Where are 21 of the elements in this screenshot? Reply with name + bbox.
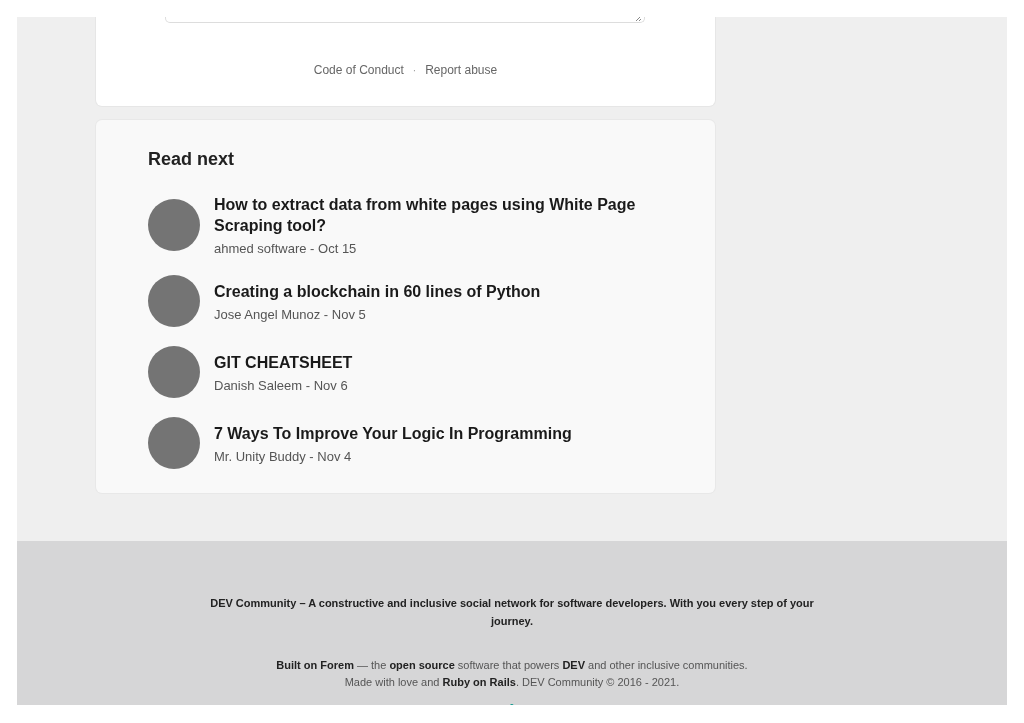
article-meta: Mr. Unity Buddy - Nov 4	[214, 448, 353, 464]
avatar[interactable]	[148, 417, 200, 469]
avatar[interactable]	[148, 199, 200, 251]
comment-field[interactable]	[164, 17, 645, 23]
resize-handle-icon[interactable]	[634, 17, 642, 22]
article-meta: Jose Angel Munoz - Nov 5	[214, 306, 367, 322]
separator: ·	[412, 64, 417, 76]
article-title[interactable]: Creating a blockchain in 60 lines of Python	[214, 280, 541, 302]
avatar[interactable]	[148, 346, 200, 398]
article-title[interactable]: How to extract data from white pages using White Page Scraping tool?	[214, 194, 663, 236]
report-abuse-link[interactable]: Report abuse	[425, 63, 498, 77]
article-meta: Danish Saleem - Nov 6	[214, 377, 349, 393]
article-meta: ahmed software - Oct 15	[214, 241, 358, 256]
footer-text: Made with love and Ruby on Rails. DEV Community © 2016 - 2021.	[343, 675, 681, 690]
article-title[interactable]: GIT CHEATSHEET	[214, 351, 353, 373]
footer-tagline: DEV Community – A constructive and inclusive social network for software developers. With you every step of your journey.	[209, 596, 815, 629]
footer-text: Built on Forem — the open source software that powers DEV and other inclusive communities.	[276, 658, 748, 673]
code-of-conduct-link[interactable]: Code of Conduct	[313, 63, 404, 77]
read-next-heading: Read next	[148, 149, 236, 170]
avatar[interactable]	[148, 275, 200, 327]
article-title[interactable]: 7 Ways To Improve Your Logic In Programming	[214, 422, 572, 444]
